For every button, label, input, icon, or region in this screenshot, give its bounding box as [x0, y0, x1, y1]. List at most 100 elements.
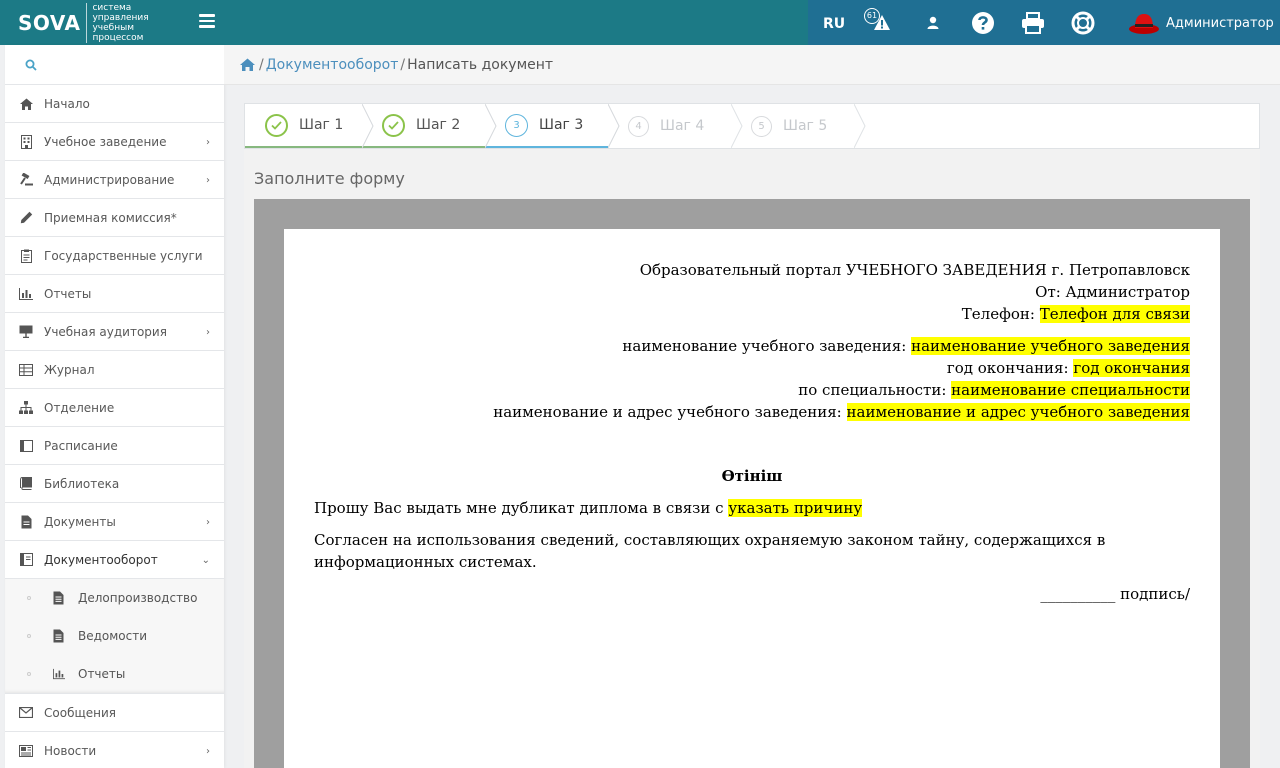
print-button[interactable]	[1020, 10, 1046, 36]
sidebar-item-11[interactable]: Документы ›	[5, 503, 224, 541]
sidebar-item-10[interactable]: Библиотека	[5, 465, 224, 503]
home-icon	[19, 97, 33, 111]
doc-year-label: год окончания:	[946, 359, 1074, 377]
doc-reason-field[interactable]: указать причину	[728, 499, 863, 517]
logo-word: SOVA	[18, 11, 81, 35]
sidebar-subitem-label: Делопроизводство	[78, 591, 198, 605]
doc-school-line: наименование учебного заведения: наимено…	[314, 335, 1190, 357]
sidebar-item-label: Новости	[44, 743, 97, 758]
warning-icon	[874, 15, 890, 30]
presentation-icon	[19, 325, 33, 339]
doc-school-field[interactable]: наименование учебного заведения	[911, 337, 1190, 355]
sidebar-subitem-1[interactable]: Ведомости	[5, 617, 224, 655]
sidebar-item-4[interactable]: Государственные услуги	[5, 237, 224, 275]
logo[interactable]: SOVA система управления учебным процессо…	[18, 3, 176, 43]
doc-spec-line: по специальности: наименование специальн…	[314, 379, 1190, 401]
sidebar-subitem-2[interactable]: Отчеты	[5, 655, 224, 693]
breadcrumb-current: Написать документ	[407, 56, 554, 73]
wizard-step-5[interactable]: 5 Шаг 5	[731, 104, 866, 148]
step-separator-arrow	[608, 104, 620, 148]
doc-phone-label: Телефон:	[961, 305, 1040, 323]
doc-year-line: год окончания: год окончания	[314, 357, 1190, 379]
sidebar-item-7[interactable]: Журнал	[5, 351, 224, 389]
sidebar-item-label: Документы	[44, 514, 116, 529]
question-icon	[972, 12, 994, 34]
wizard-step-3[interactable]: 3 Шаг 3	[485, 104, 620, 148]
help-button[interactable]	[970, 10, 996, 36]
doc-spec-field[interactable]: наименование специальности	[951, 381, 1190, 399]
building-icon	[19, 134, 33, 149]
chevron-icon: ›	[206, 137, 210, 148]
sidebar-item-label: Учебное заведение	[44, 134, 167, 149]
user-profile-button[interactable]	[920, 10, 946, 36]
menu-toggle-icon[interactable]	[199, 14, 215, 28]
sidebar-bottom-item-1[interactable]: Новости ›	[5, 732, 224, 768]
form-heading: Заполните форму	[254, 169, 405, 188]
sidebar-item-label: Библиотека	[44, 476, 120, 491]
wizard-step-label: Шаг 4	[660, 118, 705, 134]
calendar-icon	[19, 439, 33, 453]
sidebar-bottom-item-0[interactable]: Сообщения	[5, 694, 224, 732]
document-page: Образовательный портал УЧЕБНОГО ЗАВЕДЕНИ…	[284, 229, 1220, 768]
sidebar-item-2[interactable]: Администрирование ›	[5, 161, 224, 199]
step-number-badge: 5	[751, 115, 772, 137]
chevron-icon: ›	[206, 746, 210, 757]
user-menu[interactable]: Администратор	[1128, 10, 1274, 36]
sidebar-item-label: Приемная комиссия*	[44, 210, 177, 225]
language-switch[interactable]: RU	[823, 16, 845, 32]
sidebar-item-12[interactable]: Документооборот ⌄	[5, 541, 224, 579]
chevron-icon: ›	[206, 327, 210, 338]
sidebar-item-label: Начало	[44, 96, 90, 111]
book-open-icon	[19, 553, 33, 567]
logo-subtitle: система управления учебным процессом	[86, 3, 176, 43]
form-panel: Заполните форму Образовательный портал У…	[244, 149, 1260, 768]
sidebar-item-9[interactable]: Расписание	[5, 427, 224, 465]
support-button[interactable]	[1070, 10, 1096, 36]
document-preview-frame: Образовательный портал УЧЕБНОГО ЗАВЕДЕНИ…	[254, 199, 1250, 768]
sidebar-item-6[interactable]: Учебная аудитория ›	[5, 313, 224, 351]
bar-chart-icon	[19, 287, 33, 301]
user-icon	[927, 16, 939, 29]
chevron-icon: ⌄	[201, 555, 210, 566]
check-icon	[265, 113, 288, 137]
sidebar-item-3[interactable]: Приемная комиссия*	[5, 199, 224, 237]
username-label: Администратор	[1166, 15, 1274, 31]
notifications-button[interactable]: 61	[864, 6, 900, 42]
doc-phone-field[interactable]: Телефон для связи	[1039, 305, 1190, 323]
sidebar-item-label: Администрирование	[44, 172, 175, 187]
sidebar-item-5[interactable]: Отчеты	[5, 275, 224, 313]
chevron-icon: ›	[206, 175, 210, 186]
sidebar-item-0[interactable]: Начало	[5, 85, 224, 123]
sidebar-subitem-label: Ведомости	[78, 629, 148, 643]
pencil-icon	[19, 211, 33, 225]
sidebar-item-8[interactable]: Отделение	[5, 389, 224, 427]
bullet-icon	[27, 596, 31, 600]
sidebar-item-label: Отделение	[44, 400, 115, 415]
wizard-step-1[interactable]: Шаг 1	[245, 104, 374, 148]
wizard-step-label: Шаг 2	[416, 117, 461, 133]
sidebar-subitem-0[interactable]: Делопроизводство	[5, 579, 224, 617]
sidebar-item-1[interactable]: Учебное заведение ›	[5, 123, 224, 161]
breadcrumb: / Документооборот / Написать документ	[224, 45, 1280, 85]
doc-address-label: наименование и адрес учебного заведения:	[493, 403, 847, 421]
doc-consent-paragraph: Согласен на использования сведений, сост…	[314, 531, 1106, 571]
step-separator-arrow	[731, 104, 743, 148]
doc-from-line: От: Администратор	[1035, 283, 1190, 301]
doc-portal-line: Образовательный портал УЧЕБНОГО ЗАВЕДЕНИ…	[639, 261, 1190, 279]
doc-address-field[interactable]: наименование и адрес учебного заведения	[846, 403, 1190, 421]
file-text-icon	[53, 591, 65, 605]
sidebar-item-label: Документооборот	[44, 552, 158, 567]
sidebar-submenu: Делопроизводство Ведомости Отчеты	[5, 579, 224, 694]
home-icon[interactable]	[240, 58, 255, 71]
sidebar-search[interactable]	[5, 45, 224, 85]
doc-year-field[interactable]: год окончания	[1073, 359, 1190, 377]
doc-title: Өтініш	[721, 467, 783, 485]
table-icon	[19, 363, 33, 377]
doc-phone-line: Телефон: Телефон для связи	[314, 303, 1190, 325]
sidebar-menu-bottom: Сообщения Новости ›	[5, 694, 224, 768]
wizard-step-4[interactable]: 4 Шаг 4	[608, 104, 743, 148]
wizard-step-2[interactable]: Шаг 2	[362, 104, 497, 148]
bar-chart-icon	[53, 667, 65, 681]
breadcrumb-link[interactable]: Документооборот	[266, 57, 399, 73]
doc-address-line: наименование и адрес учебного заведения:…	[314, 401, 1190, 423]
